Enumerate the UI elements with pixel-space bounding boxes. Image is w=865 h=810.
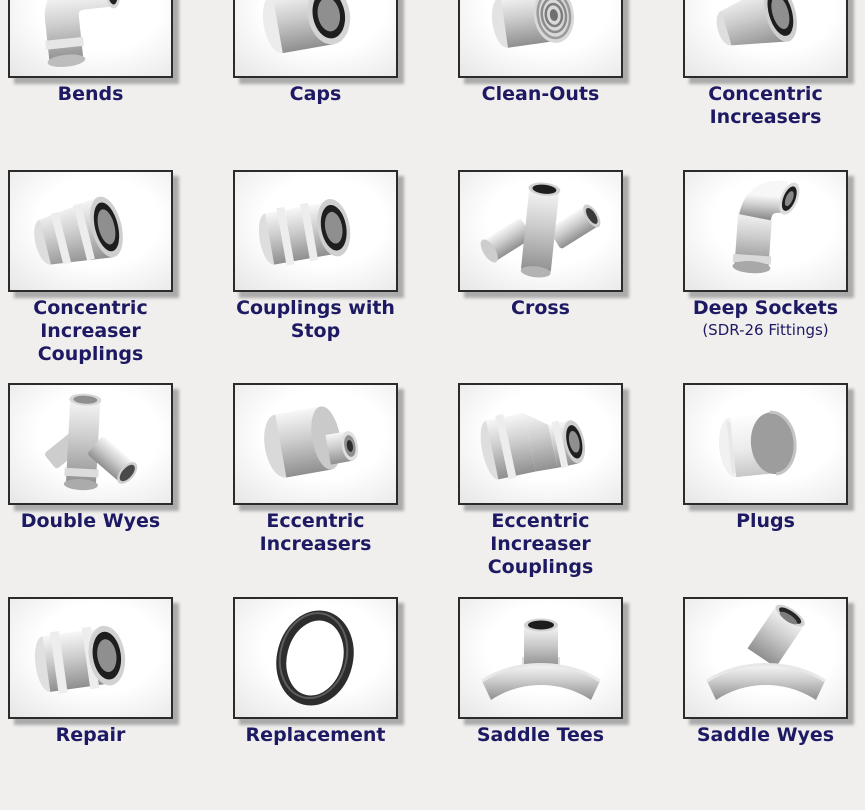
bends-thumbnail[interactable] [8, 0, 173, 78]
deep-socket-fitting-icon [685, 172, 846, 290]
product-label[interactable]: Plugs [683, 510, 848, 533]
tile-repair[interactable]: Repair [8, 597, 173, 810]
product-label[interactable]: Concentric Increasers [683, 83, 848, 129]
plug-fitting-icon [685, 385, 846, 503]
saddle-wyes-thumbnail[interactable] [683, 597, 848, 719]
deep-sockets-thumbnail[interactable] [683, 170, 848, 292]
product-label[interactable]: Repair [8, 724, 173, 747]
product-label[interactable]: Deep Sockets [683, 297, 848, 320]
product-label[interactable]: Replacement [233, 724, 398, 747]
coupling-with-stop-fitting-icon [235, 172, 396, 290]
saddle-wye-fitting-icon [685, 599, 846, 717]
product-label[interactable]: Bends [8, 83, 173, 106]
product-label[interactable]: Caps [233, 83, 398, 106]
double-wyes-thumbnail[interactable] [8, 383, 173, 505]
product-label[interactable]: Eccentric Increasers [233, 510, 398, 556]
tile-deep-sockets[interactable]: Deep Sockets (SDR-26 Fittings) [683, 170, 848, 384]
eccentric-increaser-couplings-thumbnail[interactable] [458, 383, 623, 505]
plugs-thumbnail[interactable] [683, 383, 848, 505]
concentric-increaser-couplings-thumbnail[interactable] [8, 170, 173, 292]
bend-elbow-fitting-icon [10, 0, 171, 76]
tile-eccentric-increaser-couplings[interactable]: Eccentric Increaser Couplings [458, 383, 623, 597]
clean-outs-thumbnail[interactable] [458, 0, 623, 78]
double-wye-fitting-icon [10, 385, 171, 503]
caps-thumbnail[interactable] [233, 0, 398, 78]
cap-fitting-icon [235, 0, 396, 76]
saddle-tee-fitting-icon [460, 599, 621, 717]
tile-couplings-with-stop[interactable]: Couplings with Stop [233, 170, 398, 384]
tile-cross[interactable]: Cross [458, 170, 623, 384]
repair-coupling-fitting-icon [10, 599, 171, 717]
tile-double-wyes[interactable]: Double Wyes [8, 383, 173, 597]
cleanout-fitting-icon [460, 0, 621, 76]
couplings-with-stop-thumbnail[interactable] [233, 170, 398, 292]
cross-fitting-icon [460, 172, 621, 290]
saddle-tees-thumbnail[interactable] [458, 597, 623, 719]
product-label[interactable]: Cross [458, 297, 623, 320]
tile-bends[interactable]: Bends [8, 0, 173, 170]
tile-saddle-tees[interactable]: Saddle Tees [458, 597, 623, 810]
product-label[interactable]: Clean-Outs [458, 83, 623, 106]
product-label[interactable]: Eccentric Increaser Couplings [458, 510, 623, 579]
concentric-increasers-thumbnail[interactable] [683, 0, 848, 78]
product-label[interactable]: Concentric Increaser Couplings [8, 297, 173, 366]
repair-thumbnail[interactable] [8, 597, 173, 719]
product-label[interactable]: Saddle Wyes [683, 724, 848, 747]
tile-concentric-increaser-couplings[interactable]: Concentric Increaser Couplings [8, 170, 173, 384]
tile-clean-outs[interactable]: Clean-Outs [458, 0, 623, 170]
product-sublabel[interactable]: (SDR-26 Fittings) [683, 320, 848, 340]
concentric-increaser-coupling-fitting-icon [10, 172, 171, 290]
tile-saddle-wyes[interactable]: Saddle Wyes [683, 597, 848, 810]
eccentric-increaser-fitting-icon [235, 385, 396, 503]
tile-replacement[interactable]: Replacement [233, 597, 398, 810]
replacement-gasket-icon [235, 599, 396, 717]
tile-eccentric-increasers[interactable]: Eccentric Increasers [233, 383, 398, 597]
cross-thumbnail[interactable] [458, 170, 623, 292]
product-label[interactable]: Double Wyes [8, 510, 173, 533]
replacement-thumbnail[interactable] [233, 597, 398, 719]
eccentric-increaser-coupling-fitting-icon [460, 385, 621, 503]
product-label[interactable]: Saddle Tees [458, 724, 623, 747]
tile-concentric-increasers[interactable]: Concentric Increasers [683, 0, 848, 170]
product-label[interactable]: Couplings with Stop [233, 297, 398, 343]
product-grid: Bends Caps [0, 0, 865, 810]
tile-caps[interactable]: Caps [233, 0, 398, 170]
concentric-increaser-fitting-icon [685, 0, 846, 76]
eccentric-increasers-thumbnail[interactable] [233, 383, 398, 505]
tile-plugs[interactable]: Plugs [683, 383, 848, 597]
